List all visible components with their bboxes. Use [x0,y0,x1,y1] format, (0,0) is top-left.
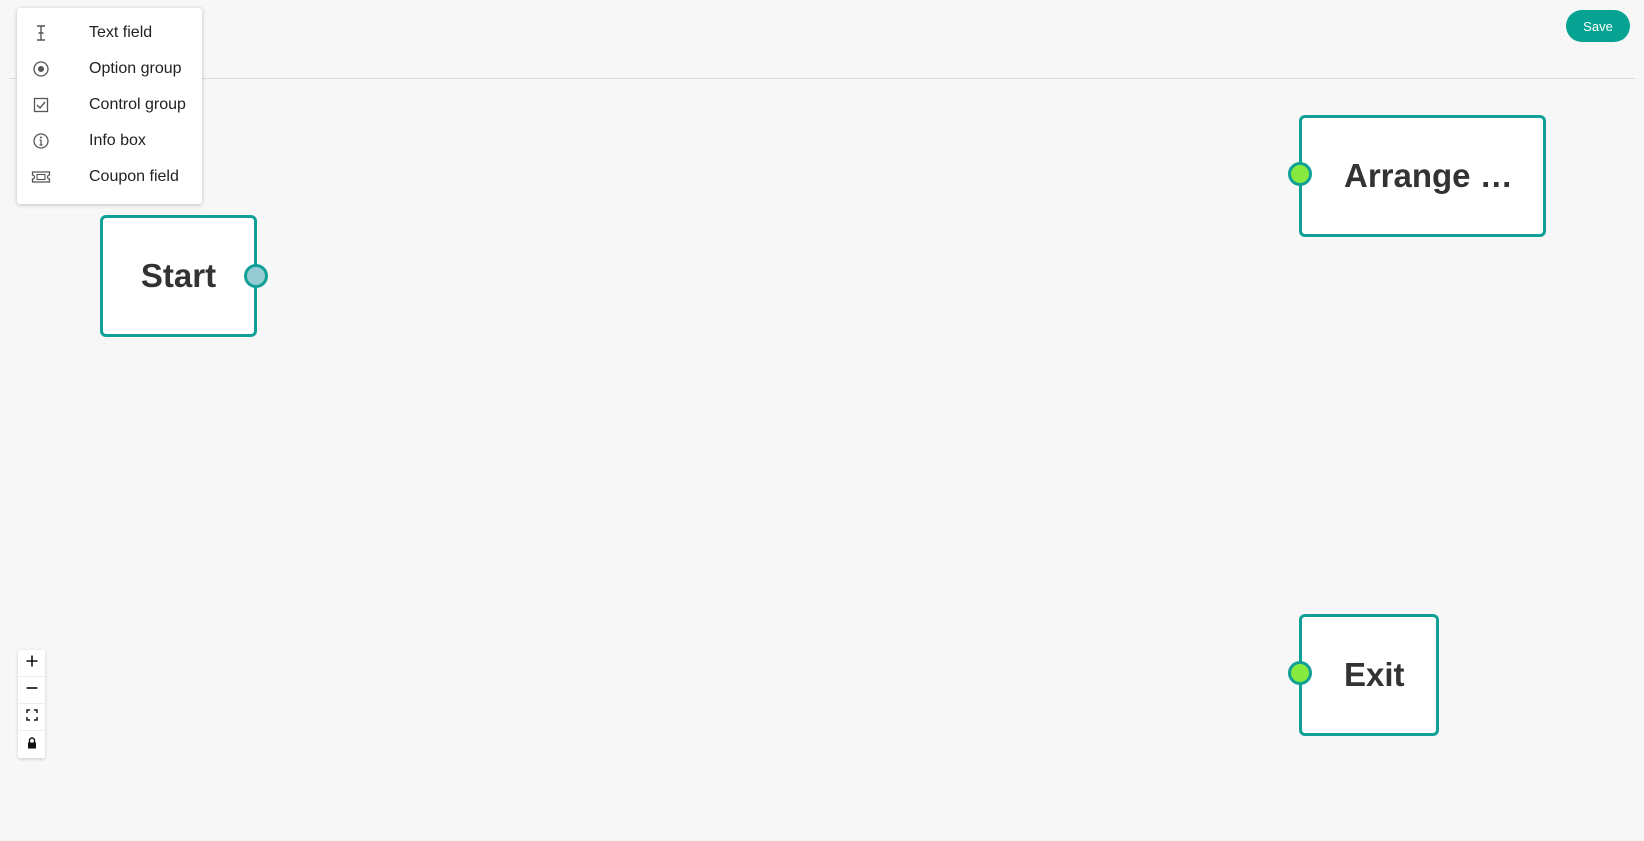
palette-item-option-group[interactable]: Option group [17,51,202,87]
fit-view-button[interactable] [18,704,45,731]
text-cursor-icon [31,23,51,43]
zoom-in-button[interactable] [18,650,45,677]
palette-item-text-field[interactable]: Text field [17,15,202,51]
element-palette: Text field Option group Control group In… [17,8,202,204]
lock-icon [26,736,38,754]
start-output-port[interactable] [244,264,268,288]
save-button[interactable]: Save [1566,10,1630,42]
node-start[interactable]: Start [100,215,257,337]
zoom-out-icon [26,681,38,699]
palette-item-label: Info box [89,132,146,149]
palette-item-coupon-field[interactable]: Coupon field [17,159,202,195]
palette-item-label: Option group [89,60,182,77]
ticket-icon [31,167,51,187]
node-label: Arrange … [1344,157,1513,194]
info-icon [31,131,51,151]
node-exit[interactable]: Exit [1299,614,1439,736]
node-arrange[interactable]: Arrange … [1299,115,1546,237]
zoom-out-button[interactable] [18,677,45,704]
lock-button[interactable] [18,731,45,758]
node-label: Exit [1344,656,1405,693]
checkbox-icon [31,95,51,115]
node-label: Start [140,257,217,294]
toolbar-divider [9,78,1635,79]
zoom-in-icon [26,654,38,672]
arrange-input-port[interactable] [1288,162,1312,186]
palette-item-label: Control group [89,96,186,113]
radio-button-icon [31,59,51,79]
palette-item-info-box[interactable]: Info box [17,123,202,159]
palette-item-control-group[interactable]: Control group [17,87,202,123]
palette-item-label: Text field [89,24,153,41]
exit-input-port[interactable] [1288,661,1312,685]
zoom-controls [18,650,45,758]
fit-view-icon [25,708,38,726]
palette-item-label: Coupon field [89,168,179,185]
